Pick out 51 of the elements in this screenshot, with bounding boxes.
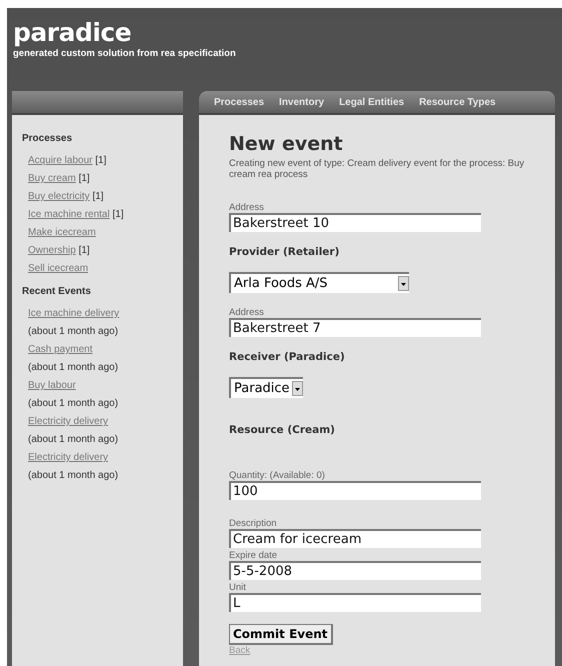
sidebar-heading: Processes bbox=[22, 133, 72, 144]
process-link[interactable]: Ownership bbox=[28, 245, 76, 256]
field-label: Address bbox=[229, 307, 264, 318]
text-field[interactable]: 100 bbox=[229, 481, 481, 500]
process-count: [1] bbox=[92, 191, 104, 202]
commit-button[interactable]: Commit Event bbox=[229, 624, 333, 645]
event-link[interactable]: Buy labour bbox=[28, 380, 76, 391]
section-heading: Receiver (Paradice) bbox=[229, 351, 345, 363]
event-time: (about 1 month ago) bbox=[28, 398, 118, 409]
event-link[interactable]: Cash payment bbox=[28, 344, 92, 355]
event-link[interactable]: Ice machine delivery bbox=[28, 308, 120, 319]
field-label: Description bbox=[229, 518, 277, 529]
process-link[interactable]: Buy electricity bbox=[28, 191, 90, 202]
nav-link[interactable]: Processes bbox=[214, 96, 264, 108]
field-label: Unit bbox=[229, 582, 246, 593]
process-count: [1] bbox=[78, 245, 90, 256]
event-time: (about 1 month ago) bbox=[28, 362, 118, 373]
field-label: Address bbox=[229, 202, 264, 213]
process-link[interactable]: Buy cream bbox=[28, 173, 76, 184]
field-label: Expire date bbox=[229, 550, 278, 561]
event-time: (about 1 month ago) bbox=[28, 470, 118, 481]
text-field[interactable]: Bakerstreet 10 bbox=[229, 213, 481, 232]
dropdown[interactable]: Paradice bbox=[229, 377, 303, 398]
text-field[interactable]: L bbox=[229, 593, 481, 612]
process-link[interactable]: Sell icecream bbox=[28, 263, 88, 274]
event-time: (about 1 month ago) bbox=[28, 326, 118, 337]
sidebar-heading: Recent Events bbox=[22, 286, 91, 297]
back-link[interactable]: Back bbox=[229, 645, 250, 656]
site-title: paradice bbox=[13, 20, 132, 46]
field-label: Quantity: (Available: 0) bbox=[229, 470, 325, 481]
section-heading: Provider (Retailer) bbox=[229, 246, 340, 258]
page-title: New event bbox=[229, 133, 343, 155]
event-time: (about 1 month ago) bbox=[28, 434, 118, 445]
nav-link[interactable]: Resource Types bbox=[419, 96, 496, 108]
event-link[interactable]: Electricity delivery bbox=[28, 416, 108, 427]
process-link[interactable]: Make icecream bbox=[28, 227, 96, 238]
text-field[interactable]: Bakerstreet 7 bbox=[229, 318, 481, 337]
event-link[interactable]: Electricity delivery bbox=[28, 452, 108, 463]
process-count: [1] bbox=[78, 173, 90, 184]
process-count: [1] bbox=[112, 209, 124, 220]
section-heading: Resource (Cream) bbox=[229, 424, 335, 436]
text-field[interactable]: 5-5-2008 bbox=[229, 561, 481, 580]
dropdown[interactable]: Arla Foods A/S bbox=[229, 272, 409, 293]
process-link[interactable]: Acquire labour bbox=[28, 155, 92, 166]
nav-link[interactable]: Legal Entities bbox=[339, 96, 404, 108]
text-field[interactable]: Cream for icecream bbox=[229, 529, 481, 548]
site-subtitle: generated custom solution from rea specification bbox=[13, 48, 236, 59]
nav-link[interactable]: Inventory bbox=[279, 96, 324, 108]
process-link[interactable]: Ice machine rental bbox=[28, 209, 110, 220]
page-description: Creating new event of type: Cream delivery event for the process: Buy cream rea process bbox=[229, 158, 526, 180]
process-count: [1] bbox=[95, 155, 106, 166]
